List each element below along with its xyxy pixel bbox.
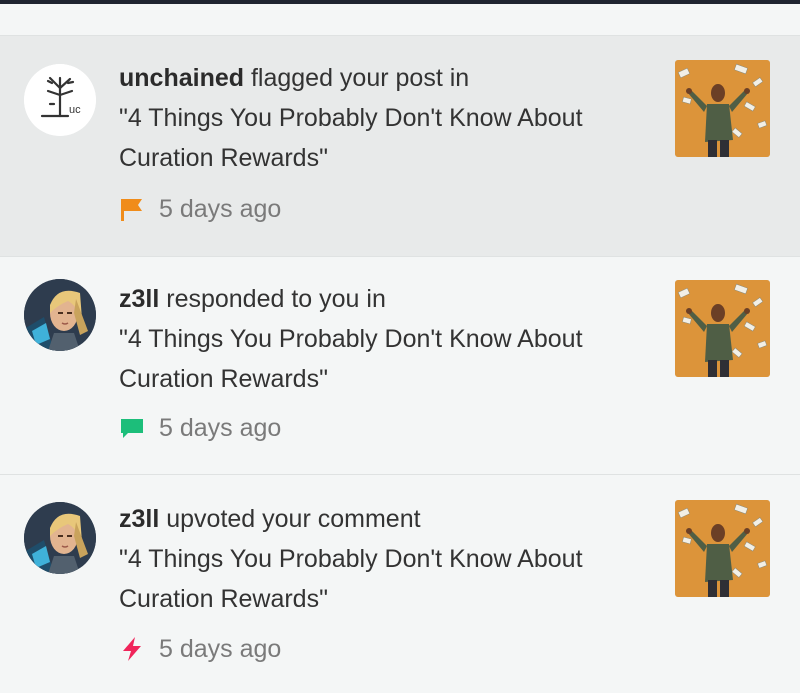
- notification-meta: 5 days ago: [119, 412, 281, 444]
- avatar[interactable]: uc: [24, 64, 96, 136]
- post-title[interactable]: "4 Things You Probably Don't Know About …: [119, 104, 583, 172]
- timestamp: 5 days ago: [159, 194, 282, 223]
- timestamp: 5 days ago: [159, 413, 282, 442]
- username[interactable]: z3ll: [119, 285, 159, 313]
- timestamp: 5 days ago: [159, 634, 282, 663]
- lightning-icon: [119, 636, 145, 662]
- avatar[interactable]: [24, 279, 96, 351]
- comment-icon: [119, 415, 145, 441]
- flag-icon: [119, 196, 145, 222]
- notification-text: z3ll responded to you in "4 Things You P…: [119, 279, 639, 399]
- z3ll-avatar: [24, 279, 96, 351]
- username[interactable]: unchained: [119, 64, 244, 92]
- avatar[interactable]: [24, 502, 96, 574]
- notification-text: z3ll upvoted your comment "4 Things You …: [119, 499, 639, 619]
- notification-item[interactable]: z3ll responded to you in "4 Things You P…: [0, 257, 800, 474]
- action-text: upvoted your comment: [159, 505, 421, 533]
- notification-meta: 5 days ago: [119, 633, 281, 665]
- notification-meta: 5 days ago: [119, 193, 281, 225]
- post-thumbnail[interactable]: [675, 500, 770, 597]
- notification-item[interactable]: uc unchained flagged your post in "4 Thi…: [0, 36, 800, 256]
- username[interactable]: z3ll: [119, 505, 159, 533]
- post-title[interactable]: "4 Things You Probably Don't Know About …: [119, 325, 583, 393]
- z3ll-avatar: [24, 502, 96, 574]
- action-text: responded to you in: [159, 285, 386, 313]
- post-thumbnail[interactable]: [675, 60, 770, 157]
- unchained-logo-avatar: uc: [24, 64, 96, 136]
- post-title[interactable]: "4 Things You Probably Don't Know About …: [119, 545, 583, 613]
- notification-text: unchained flagged your post in "4 Things…: [119, 58, 639, 178]
- header-area: [0, 4, 800, 35]
- post-thumbnail[interactable]: [675, 280, 770, 377]
- action-text: flagged your post in: [244, 64, 470, 92]
- svg-text:uc: uc: [69, 104, 81, 116]
- notification-item[interactable]: z3ll upvoted your comment "4 Things You …: [0, 475, 800, 693]
